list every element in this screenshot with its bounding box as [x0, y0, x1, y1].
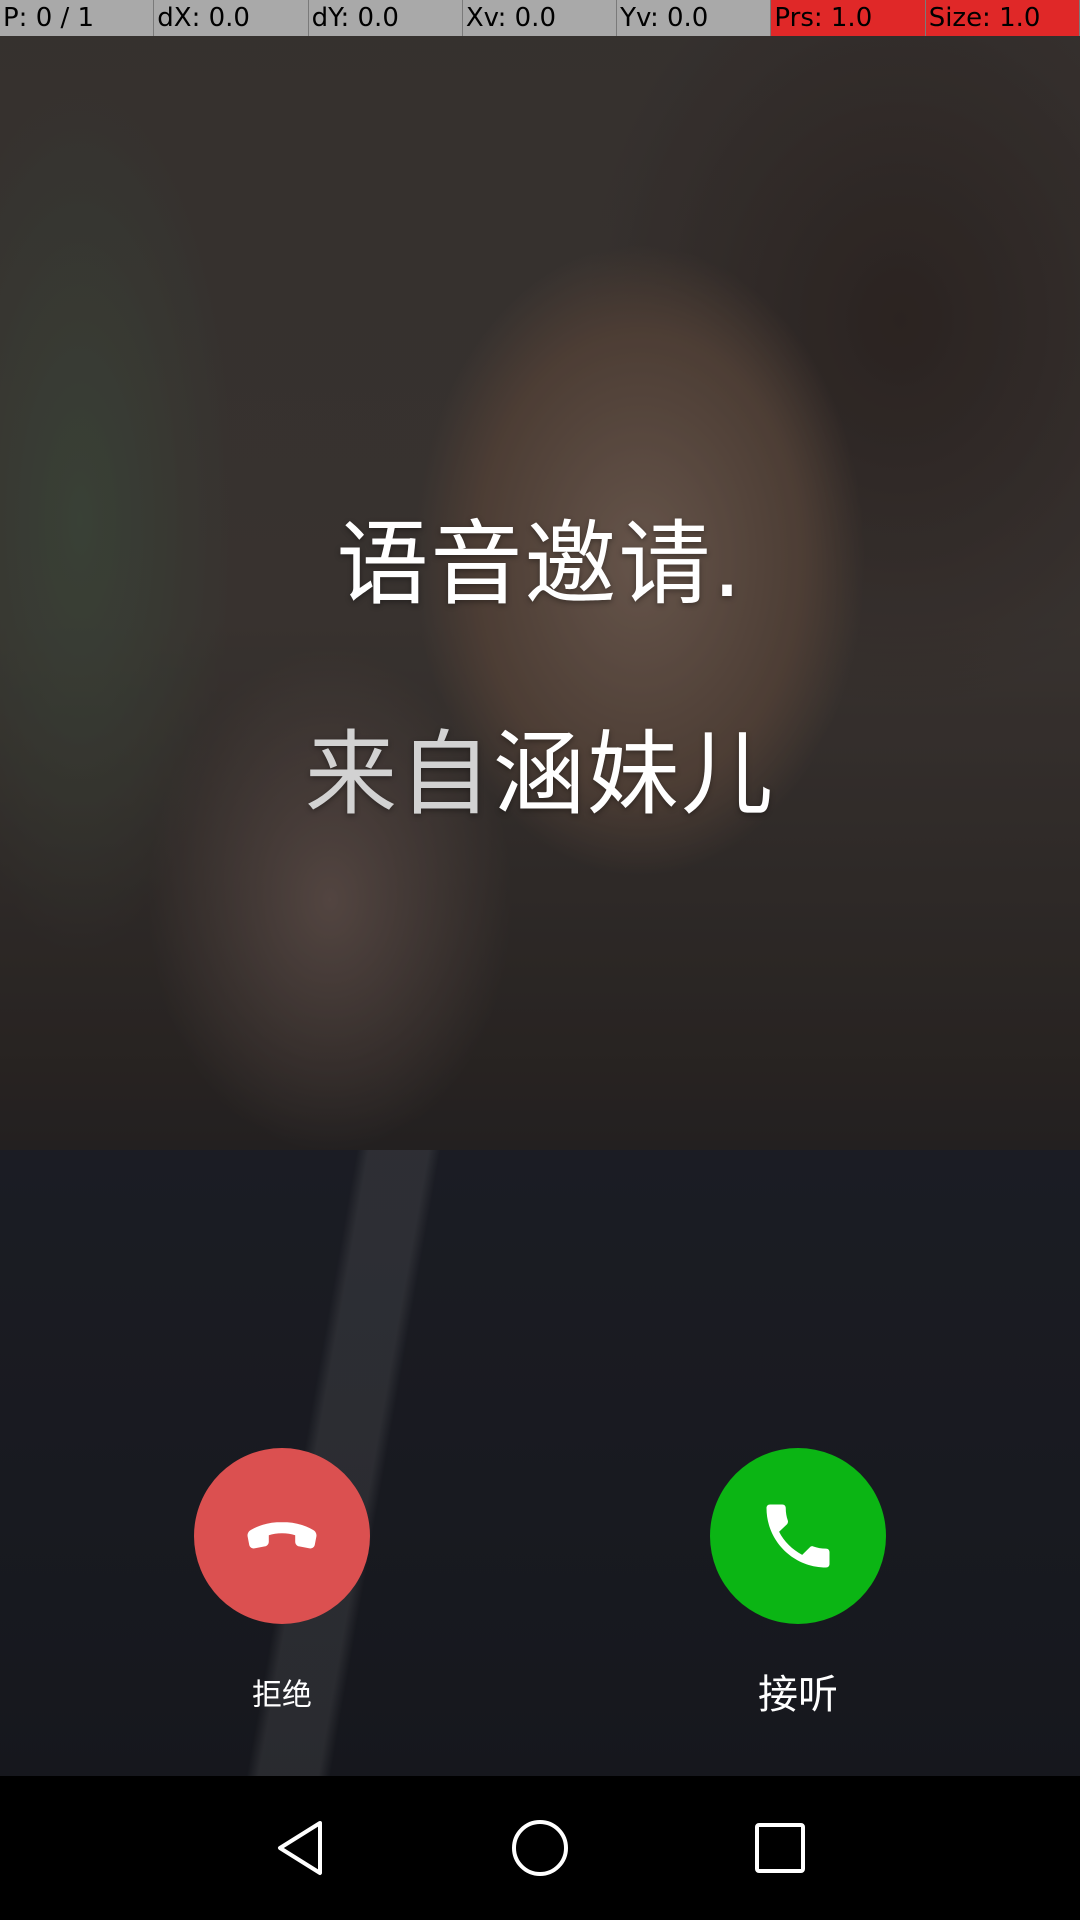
back-button[interactable]	[270, 1818, 330, 1878]
debug-velocity-x: Xv: 0.0	[462, 0, 618, 36]
caller-background-photo	[0, 0, 1080, 1776]
debug-delta-y: dY: 0.0	[308, 0, 463, 36]
pointer-location-debug-bar: P: 0 / 1 dX: 0.0 dY: 0.0 Xv: 0.0 Yv: 0.0…	[0, 0, 1080, 36]
caller-prefix: 来自	[304, 721, 493, 828]
recent-apps-square-icon	[755, 1823, 805, 1873]
home-circle-icon	[512, 1820, 568, 1876]
debug-size: Size: 1.0	[925, 0, 1080, 36]
phone-icon	[766, 1504, 830, 1568]
decline-action: 拒绝	[194, 1448, 370, 1714]
accept-label: 接听	[758, 1672, 838, 1718]
debug-velocity-y: Yv: 0.0	[617, 0, 772, 36]
accept-action: 接听	[710, 1448, 886, 1720]
debug-pointer-count: P: 0 / 1	[0, 0, 155, 36]
debug-delta-x: dX: 0.0	[154, 0, 309, 36]
caller-name: 涵妹儿	[493, 721, 776, 828]
home-button[interactable]	[510, 1818, 570, 1878]
hang-up-phone-icon	[247, 1522, 317, 1549]
decline-button[interactable]	[194, 1448, 370, 1624]
decline-label: 拒绝	[252, 1678, 312, 1713]
back-triangle-icon	[278, 1821, 322, 1875]
incoming-call-screen: P: 0 / 1 dX: 0.0 dY: 0.0 Xv: 0.0 Yv: 0.0…	[0, 0, 1080, 1920]
system-navigation-bar	[0, 1776, 1080, 1920]
caller-line: 来自涵妹儿	[0, 700, 1080, 833]
recent-apps-button[interactable]	[750, 1818, 810, 1878]
accept-button[interactable]	[710, 1448, 886, 1624]
voice-invite-title: 语音邀请.	[336, 511, 744, 618]
debug-pressure: Prs: 1.0	[771, 0, 926, 36]
photo-dim-overlay	[0, 0, 1080, 1776]
